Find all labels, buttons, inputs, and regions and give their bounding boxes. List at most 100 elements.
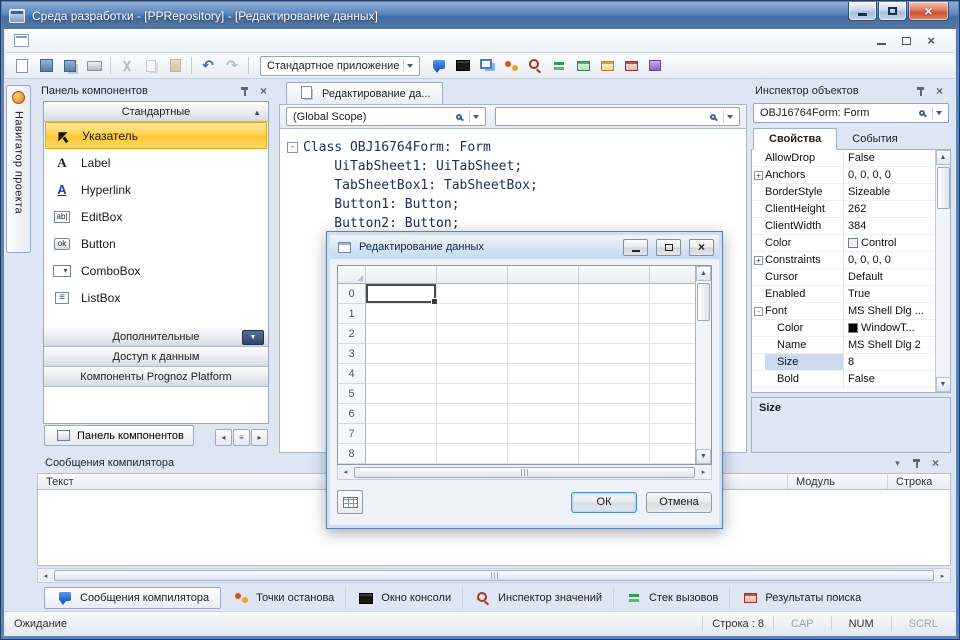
menu-item[interactable]	[144, 36, 162, 45]
scroll-up-button[interactable]: ▲	[696, 266, 711, 281]
bubble-button[interactable]	[427, 55, 451, 77]
property-value[interactable]: 384	[844, 220, 935, 232]
components-panel-bottom-tab[interactable]: Панель компонентов	[44, 425, 194, 446]
grid-cell[interactable]	[508, 344, 579, 364]
grid-cell[interactable]	[579, 324, 650, 344]
pin-button[interactable]	[909, 456, 924, 471]
tab-list-button[interactable]: ≡	[233, 429, 250, 446]
scroll-right-button[interactable]: ▸	[935, 569, 950, 582]
macros-button[interactable]	[595, 55, 619, 77]
menu-item[interactable]	[108, 36, 126, 45]
mdi-restore-button[interactable]	[902, 34, 911, 48]
expand-toggle[interactable]: -	[754, 307, 763, 316]
scroll-down-button[interactable]: ▼	[936, 377, 951, 392]
redo-button[interactable]	[220, 55, 244, 77]
inspect-button[interactable]	[523, 55, 547, 77]
grid-cell[interactable]	[366, 444, 437, 464]
menu-item[interactable]	[126, 36, 144, 45]
grid-cell[interactable]	[508, 444, 579, 464]
new-button[interactable]	[10, 55, 34, 77]
save-all-button[interactable]	[58, 55, 82, 77]
grid-cell[interactable]	[437, 384, 508, 404]
column-header[interactable]	[508, 266, 579, 284]
minimize-button[interactable]	[848, 2, 877, 21]
grid-cell[interactable]	[437, 344, 508, 364]
tab-events[interactable]: События	[837, 128, 912, 149]
grid-cell[interactable]	[579, 364, 650, 384]
row-header[interactable]: 7	[338, 424, 366, 444]
table-button[interactable]	[337, 490, 363, 514]
row-header[interactable]: 8	[338, 444, 366, 464]
property-value[interactable]: Control	[844, 237, 935, 249]
grid-cell[interactable]	[366, 344, 437, 364]
expand-toggle[interactable]	[754, 273, 763, 282]
grid-cell[interactable]	[508, 324, 579, 344]
grid-horizontal-scrollbar[interactable]: ◂ ▸	[337, 465, 712, 480]
inspector-vertical-scrollbar[interactable]: ▲ ▼	[935, 150, 950, 392]
grid-cell[interactable]	[437, 284, 508, 304]
grid-button[interactable]	[643, 55, 667, 77]
designer-button[interactable]	[571, 55, 595, 77]
row-header[interactable]: 6	[338, 404, 366, 424]
save-button[interactable]	[34, 55, 58, 77]
component-item[interactable]: EditBox	[44, 203, 268, 230]
Color-button[interactable]: ColorWindowT...	[752, 320, 935, 337]
dialog-close-button[interactable]: ×	[689, 239, 714, 256]
menu-item[interactable]	[72, 36, 90, 45]
grid-cell[interactable]	[579, 444, 650, 464]
menu-item[interactable]	[36, 36, 54, 45]
ok-button[interactable]: ОК	[571, 492, 637, 513]
menu-item[interactable]	[162, 36, 180, 45]
bottom-panel-tab[interactable]: Точки останова	[221, 587, 346, 609]
code-line[interactable]: TabSheetBox1: TabSheetBox;	[287, 176, 744, 195]
grid-cell[interactable]	[508, 304, 579, 324]
panel-close-button[interactable]: ×	[932, 84, 947, 99]
tab-scroll-right-button[interactable]: ▸	[251, 429, 268, 446]
bottom-panel-tab[interactable]: Инспектор значений	[463, 587, 614, 609]
fold-marker[interactable]: -	[287, 142, 298, 153]
Font-button[interactable]: -FontMS Shell Dlg ...	[752, 303, 935, 320]
Enabled-button[interactable]: EnabledTrue	[752, 286, 935, 303]
console-button[interactable]	[451, 55, 475, 77]
property-value[interactable]: MS Shell Dlg ...	[844, 305, 935, 317]
grid-cell[interactable]	[437, 324, 508, 344]
project-navigator-tab[interactable]: Навигатор проекта	[6, 85, 31, 253]
property-value[interactable]: 0, 0, 0, 0	[844, 254, 935, 266]
pin-button[interactable]	[237, 84, 252, 99]
property-value[interactable]: 262	[844, 203, 935, 215]
tab-properties[interactable]: Свойства	[753, 128, 837, 150]
property-value[interactable]: 0, 0, 0, 0	[844, 169, 935, 181]
expand-down-button[interactable]: ▼	[242, 330, 264, 345]
grid-cell[interactable]	[366, 304, 437, 324]
print-button[interactable]	[82, 55, 106, 77]
ClientHeight-button[interactable]: ClientHeight262	[752, 201, 935, 218]
property-value[interactable]: MS Shell Dlg 2	[844, 339, 935, 351]
Anchors-button[interactable]: +Anchors0, 0, 0, 0	[752, 167, 935, 184]
mdi-close-button[interactable]: ×	[927, 34, 935, 47]
scroll-thumb[interactable]	[54, 570, 934, 581]
row-header[interactable]: 4	[338, 364, 366, 384]
grid-cell[interactable]	[366, 284, 437, 304]
expand-toggle[interactable]	[754, 205, 763, 214]
column-header[interactable]	[437, 266, 508, 284]
editor-tab[interactable]: Редактирование да...	[286, 82, 443, 104]
bottom-panel-tab[interactable]: Результаты поиска	[730, 587, 872, 609]
code-line[interactable]: -Class OBJ16764Form: Form	[287, 138, 744, 157]
row-header[interactable]: 2	[338, 324, 366, 344]
scroll-left-button[interactable]: ◂	[38, 569, 53, 582]
search-input[interactable]	[495, 107, 740, 126]
grid-cell[interactable]	[366, 384, 437, 404]
BorderStyle-button[interactable]: BorderStyleSizeable	[752, 184, 935, 201]
stack-button[interactable]	[547, 55, 571, 77]
column-header-module[interactable]: Модуль	[788, 474, 888, 489]
expand-toggle[interactable]	[754, 154, 763, 163]
property-value[interactable]: WindowT...	[844, 322, 935, 334]
scope-combo[interactable]: (Global Scope)	[286, 107, 486, 126]
AllowDrop-button[interactable]: AllowDropFalse	[752, 150, 935, 167]
scroll-thumb[interactable]	[354, 467, 695, 478]
Constraints-button[interactable]: +Constraints0, 0, 0, 0	[752, 252, 935, 269]
undo-button[interactable]	[196, 55, 220, 77]
fold-marker[interactable]	[287, 218, 298, 229]
expand-toggle[interactable]	[754, 375, 763, 384]
component-item[interactable]: Button	[44, 230, 268, 257]
